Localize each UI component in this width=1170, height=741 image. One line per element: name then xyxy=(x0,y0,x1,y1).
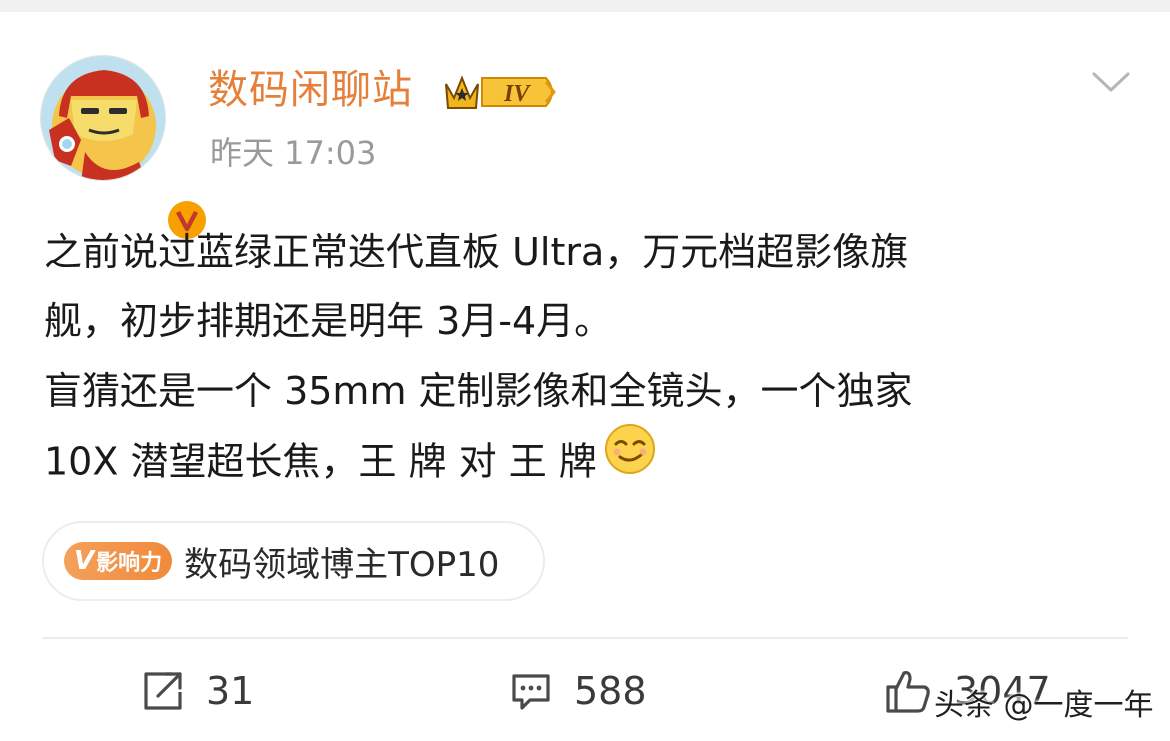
post-line: 舰，初步排期还是明年 3月-4月。 xyxy=(44,299,613,344)
influence-badge[interactable]: V 影响力 数码领域博主TOP10 xyxy=(42,521,545,601)
chevron-down-icon[interactable] xyxy=(1088,66,1134,98)
divider xyxy=(42,637,1128,639)
post-line: 盲猜还是一个 35mm 定制影像和全镜头，一个独家 xyxy=(44,368,913,413)
smirk-emoji-icon xyxy=(603,422,657,498)
influence-tag-text: 影响力 xyxy=(96,551,163,576)
post-body: 之前说过蓝绿正常迭代直板 Ultra，万元档超影像旗 舰，初步排期还是明年 3月… xyxy=(44,218,1134,495)
comment-count: 588 xyxy=(574,669,647,713)
share-icon xyxy=(144,672,182,710)
crown-icon xyxy=(445,75,479,109)
influence-tag-letter: V xyxy=(74,546,95,576)
vip-level-text: IV xyxy=(503,81,531,107)
post-line-with-emoji: 10X 潜望超长焦，王 牌 对 王 牌 xyxy=(44,423,1134,495)
thumbs-up-icon xyxy=(886,671,930,713)
comment-icon xyxy=(512,674,550,710)
post-line: 之前说过蓝绿正常迭代直板 Ultra，万元档超影像旗 xyxy=(44,230,909,274)
repost-button[interactable]: 31 xyxy=(142,664,254,718)
avatar-image xyxy=(40,55,166,181)
post-line-text: 10X 潜望超长焦，王 牌 对 王 牌 xyxy=(44,439,597,484)
username[interactable]: 数码闲聊站 xyxy=(208,64,413,116)
influence-label: 数码领域博主TOP10 xyxy=(184,544,500,585)
post-timestamp: 昨天 17:03 xyxy=(210,134,377,172)
comment-button[interactable]: 588 xyxy=(510,664,647,718)
vip-badge[interactable]: IV xyxy=(442,70,560,118)
repost-count: 31 xyxy=(206,669,255,713)
top-strip xyxy=(0,0,1170,12)
watermark: 头条 @一度一年 xyxy=(934,688,1154,723)
avatar[interactable] xyxy=(40,55,210,243)
influence-tag: V 影响力 xyxy=(64,542,173,580)
